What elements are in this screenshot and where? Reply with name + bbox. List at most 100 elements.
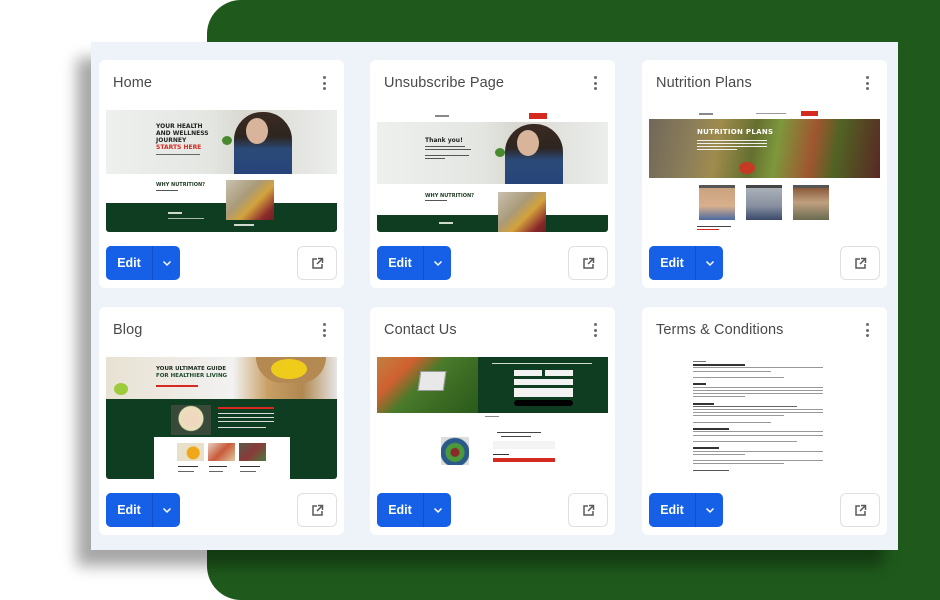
text-line	[168, 212, 182, 214]
edit-split-button: Edit	[106, 493, 180, 527]
chevron-down-icon	[162, 260, 171, 266]
external-link-icon	[311, 257, 323, 269]
text-line	[218, 413, 274, 414]
food-image	[498, 192, 546, 232]
post-image	[208, 443, 235, 461]
external-link-icon	[854, 504, 866, 516]
open-page-button[interactable]	[568, 493, 608, 527]
lime	[114, 383, 128, 395]
section-heading: WHY NUTRITION?	[425, 193, 475, 199]
edit-dropdown-button[interactable]	[153, 246, 180, 280]
hero-heading: NUTRITION PLANS	[697, 128, 774, 136]
chevron-down-icon	[705, 507, 714, 513]
page-card-unsubscribe: Unsubscribe Page Thank you! WHY NUTRITIO…	[370, 60, 615, 288]
edit-split-button: Edit	[377, 493, 451, 527]
document-text-line	[693, 447, 719, 450]
document-text-line	[693, 412, 823, 414]
text-line	[425, 155, 469, 156]
open-page-button[interactable]	[568, 246, 608, 280]
page-card-blog: Blog YOUR ULTIMATE GUIDE FOR HEALTHIER L…	[99, 307, 344, 535]
external-link-icon	[311, 504, 323, 516]
text-line	[218, 427, 266, 428]
kebab-menu-icon[interactable]	[590, 75, 600, 91]
page-thumbnail[interactable]	[649, 357, 880, 479]
open-page-button[interactable]	[840, 493, 880, 527]
edit-dropdown-button[interactable]	[696, 246, 723, 280]
page-thumbnail[interactable]: YOUR ULTIMATE GUIDE FOR HEALTHIER LIVING	[106, 357, 337, 479]
text-line	[240, 471, 256, 472]
chevron-down-icon	[433, 260, 442, 266]
text-line	[209, 466, 227, 467]
document-text-line	[693, 386, 823, 388]
hero-accent-text: STARTS HERE	[156, 144, 202, 151]
open-page-button[interactable]	[840, 246, 880, 280]
edit-button[interactable]: Edit	[649, 246, 696, 280]
hero-text: FOR HEALTHIER LIVING	[156, 373, 228, 379]
newsletter-image	[441, 429, 469, 465]
document-text-line	[693, 463, 784, 465]
kebab-menu-icon[interactable]	[319, 75, 329, 91]
document-text-line	[693, 396, 745, 398]
edit-button[interactable]: Edit	[106, 246, 153, 280]
email-field	[493, 441, 555, 449]
lemon	[271, 359, 307, 379]
edit-dropdown-button[interactable]	[424, 493, 451, 527]
plan-image	[793, 185, 829, 220]
accent-underline	[697, 229, 719, 230]
text-line	[501, 436, 531, 437]
salad-leaf	[222, 136, 232, 145]
edit-split-button: Edit	[106, 246, 180, 280]
kebab-menu-icon[interactable]	[590, 322, 600, 338]
open-page-button[interactable]	[297, 246, 337, 280]
text-line	[234, 224, 254, 226]
page-card-nutrition-plans: Nutrition Plans NUTRITION PLANS Edit	[642, 60, 887, 288]
edit-split-button: Edit	[377, 246, 451, 280]
page-thumbnail[interactable]: Thank you! WHY NUTRITION?	[377, 110, 608, 232]
post-image	[177, 443, 204, 461]
site-logo	[699, 113, 713, 115]
page-card-contact-us: Contact Us Edit	[370, 307, 615, 535]
text-line	[156, 154, 200, 155]
text-line	[178, 471, 194, 472]
text-line	[697, 143, 767, 144]
edit-button[interactable]: Edit	[106, 493, 153, 527]
footer-band	[377, 215, 608, 232]
document-text-line	[693, 469, 730, 471]
text-line	[209, 471, 223, 472]
nav-links	[756, 113, 786, 114]
document-text-line	[693, 405, 797, 407]
hero-image	[377, 122, 608, 184]
site-logo	[435, 115, 449, 117]
document-text-line	[693, 370, 771, 372]
kebab-menu-icon[interactable]	[862, 322, 872, 338]
edit-button[interactable]: Edit	[377, 493, 424, 527]
page-thumbnail[interactable]: YOUR HEALTH AND WELLNESS JOURNEY STARTS …	[106, 110, 337, 232]
kebab-menu-icon[interactable]	[319, 322, 329, 338]
document-text-line	[693, 431, 823, 433]
edit-dropdown-button[interactable]	[153, 493, 180, 527]
section-bg	[106, 174, 337, 197]
document-text-line	[693, 402, 714, 405]
edit-button[interactable]: Edit	[649, 493, 696, 527]
text-line	[497, 432, 541, 433]
edit-button[interactable]: Edit	[377, 246, 424, 280]
page-card-title: Nutrition Plans	[656, 75, 752, 91]
text-line	[425, 200, 447, 201]
text-line	[493, 454, 509, 455]
page-thumbnail[interactable]: NUTRITION PLANS	[649, 110, 880, 232]
edit-dropdown-button[interactable]	[696, 493, 723, 527]
text-line	[439, 222, 453, 224]
form-field	[514, 370, 542, 376]
text-line	[425, 146, 465, 147]
plan-image	[699, 185, 735, 220]
chevron-down-icon	[705, 260, 714, 266]
edit-split-button: Edit	[649, 493, 723, 527]
document-text-line	[693, 377, 784, 378]
open-page-button[interactable]	[297, 493, 337, 527]
edit-dropdown-button[interactable]	[424, 246, 451, 280]
text-line	[218, 417, 274, 418]
page-thumbnail[interactable]	[377, 357, 608, 479]
hero-face	[517, 130, 539, 156]
form-heading	[492, 363, 592, 364]
kebab-menu-icon[interactable]	[862, 75, 872, 91]
